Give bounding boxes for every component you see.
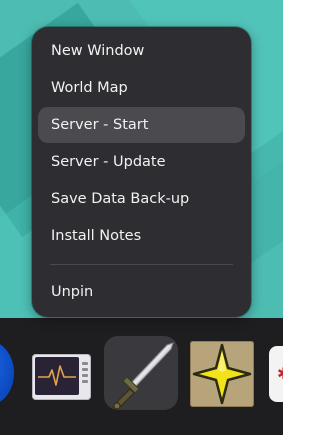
red-glyph: ✱: [277, 364, 283, 383]
four-point-star-icon: [192, 343, 252, 405]
system-monitor-icon[interactable]: [32, 354, 91, 400]
monitor-side-lines: [82, 362, 88, 388]
menu-item-new-window[interactable]: New Window: [38, 33, 245, 69]
app-icon-partial[interactable]: ✱: [269, 346, 283, 402]
menu-item-server-start[interactable]: Server - Start: [38, 107, 245, 143]
menu-item-world-map[interactable]: World Map: [38, 70, 245, 106]
pulse-line: [38, 365, 76, 386]
menu-item-save-data-backup[interactable]: Save Data Back-up: [38, 181, 245, 217]
sword-game-icon[interactable]: [105, 337, 179, 411]
desktop: ✱ New Window World Map Server - Start Se…: [0, 0, 283, 435]
menu-item-install-notes[interactable]: Install Notes: [38, 218, 245, 254]
sword-icon: [113, 342, 174, 410]
menu-item-unpin[interactable]: Unpin: [38, 274, 245, 310]
menu-item-server-update[interactable]: Server - Update: [38, 144, 245, 180]
dock-context-menu: New Window World Map Server - Start Serv…: [32, 27, 251, 317]
monitor-screen: [35, 357, 79, 395]
yellow-star-icon[interactable]: [190, 341, 254, 407]
menu-separator: [50, 264, 233, 265]
